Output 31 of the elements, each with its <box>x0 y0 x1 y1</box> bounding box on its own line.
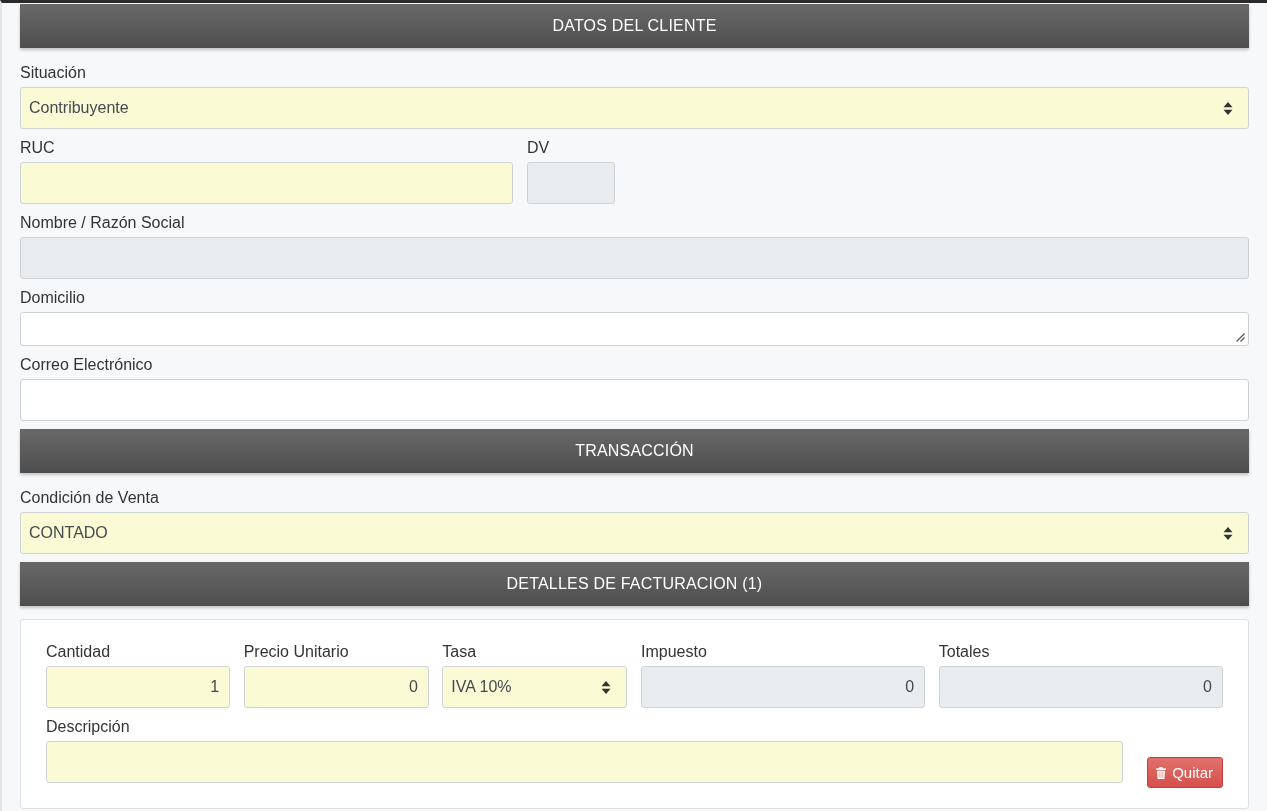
remove-button[interactable]: Quitar <box>1147 757 1223 788</box>
select-caret-icon <box>601 679 612 695</box>
field-label: Condición de Venta <box>20 488 160 508</box>
text-field[interactable] <box>20 379 1249 421</box>
section-header: TRANSACCIÓN <box>20 429 1249 473</box>
field-label: Situación <box>20 63 87 83</box>
number-field[interactable]: 0 <box>243 666 429 708</box>
field-label: Precio Unitario <box>243 642 350 662</box>
section-header: DETALLES DE FACTURACION (1) <box>20 562 1249 606</box>
number-field[interactable]: 1 <box>46 666 231 708</box>
field-label: Impuesto <box>641 642 708 662</box>
section-header: DATOS DEL CLIENTE <box>20 4 1249 48</box>
trash-icon <box>1156 766 1167 779</box>
field-label: Descripción <box>46 717 131 737</box>
field-label: Totales <box>938 642 991 662</box>
select-field[interactable]: IVA 10% <box>442 666 628 708</box>
field-label: Cantidad <box>46 642 112 662</box>
field-label: Correo Electrónico <box>20 355 154 375</box>
select-field[interactable]: Contribuyente <box>20 87 1249 129</box>
select-caret-icon <box>1223 100 1233 116</box>
field-label: Domicilio <box>20 288 86 308</box>
text-field[interactable] <box>20 162 513 204</box>
resize-grip-icon <box>1236 333 1245 342</box>
text-field[interactable] <box>46 741 1124 783</box>
textarea-field[interactable] <box>20 312 1249 346</box>
field-label: Tasa <box>442 642 478 662</box>
select-field[interactable]: CONTADO <box>20 512 1249 554</box>
field-label: DV <box>527 138 551 158</box>
field-label: Nombre / Razón Social <box>20 213 186 233</box>
select-caret-icon <box>1223 525 1233 541</box>
field-label: RUC <box>20 138 56 158</box>
